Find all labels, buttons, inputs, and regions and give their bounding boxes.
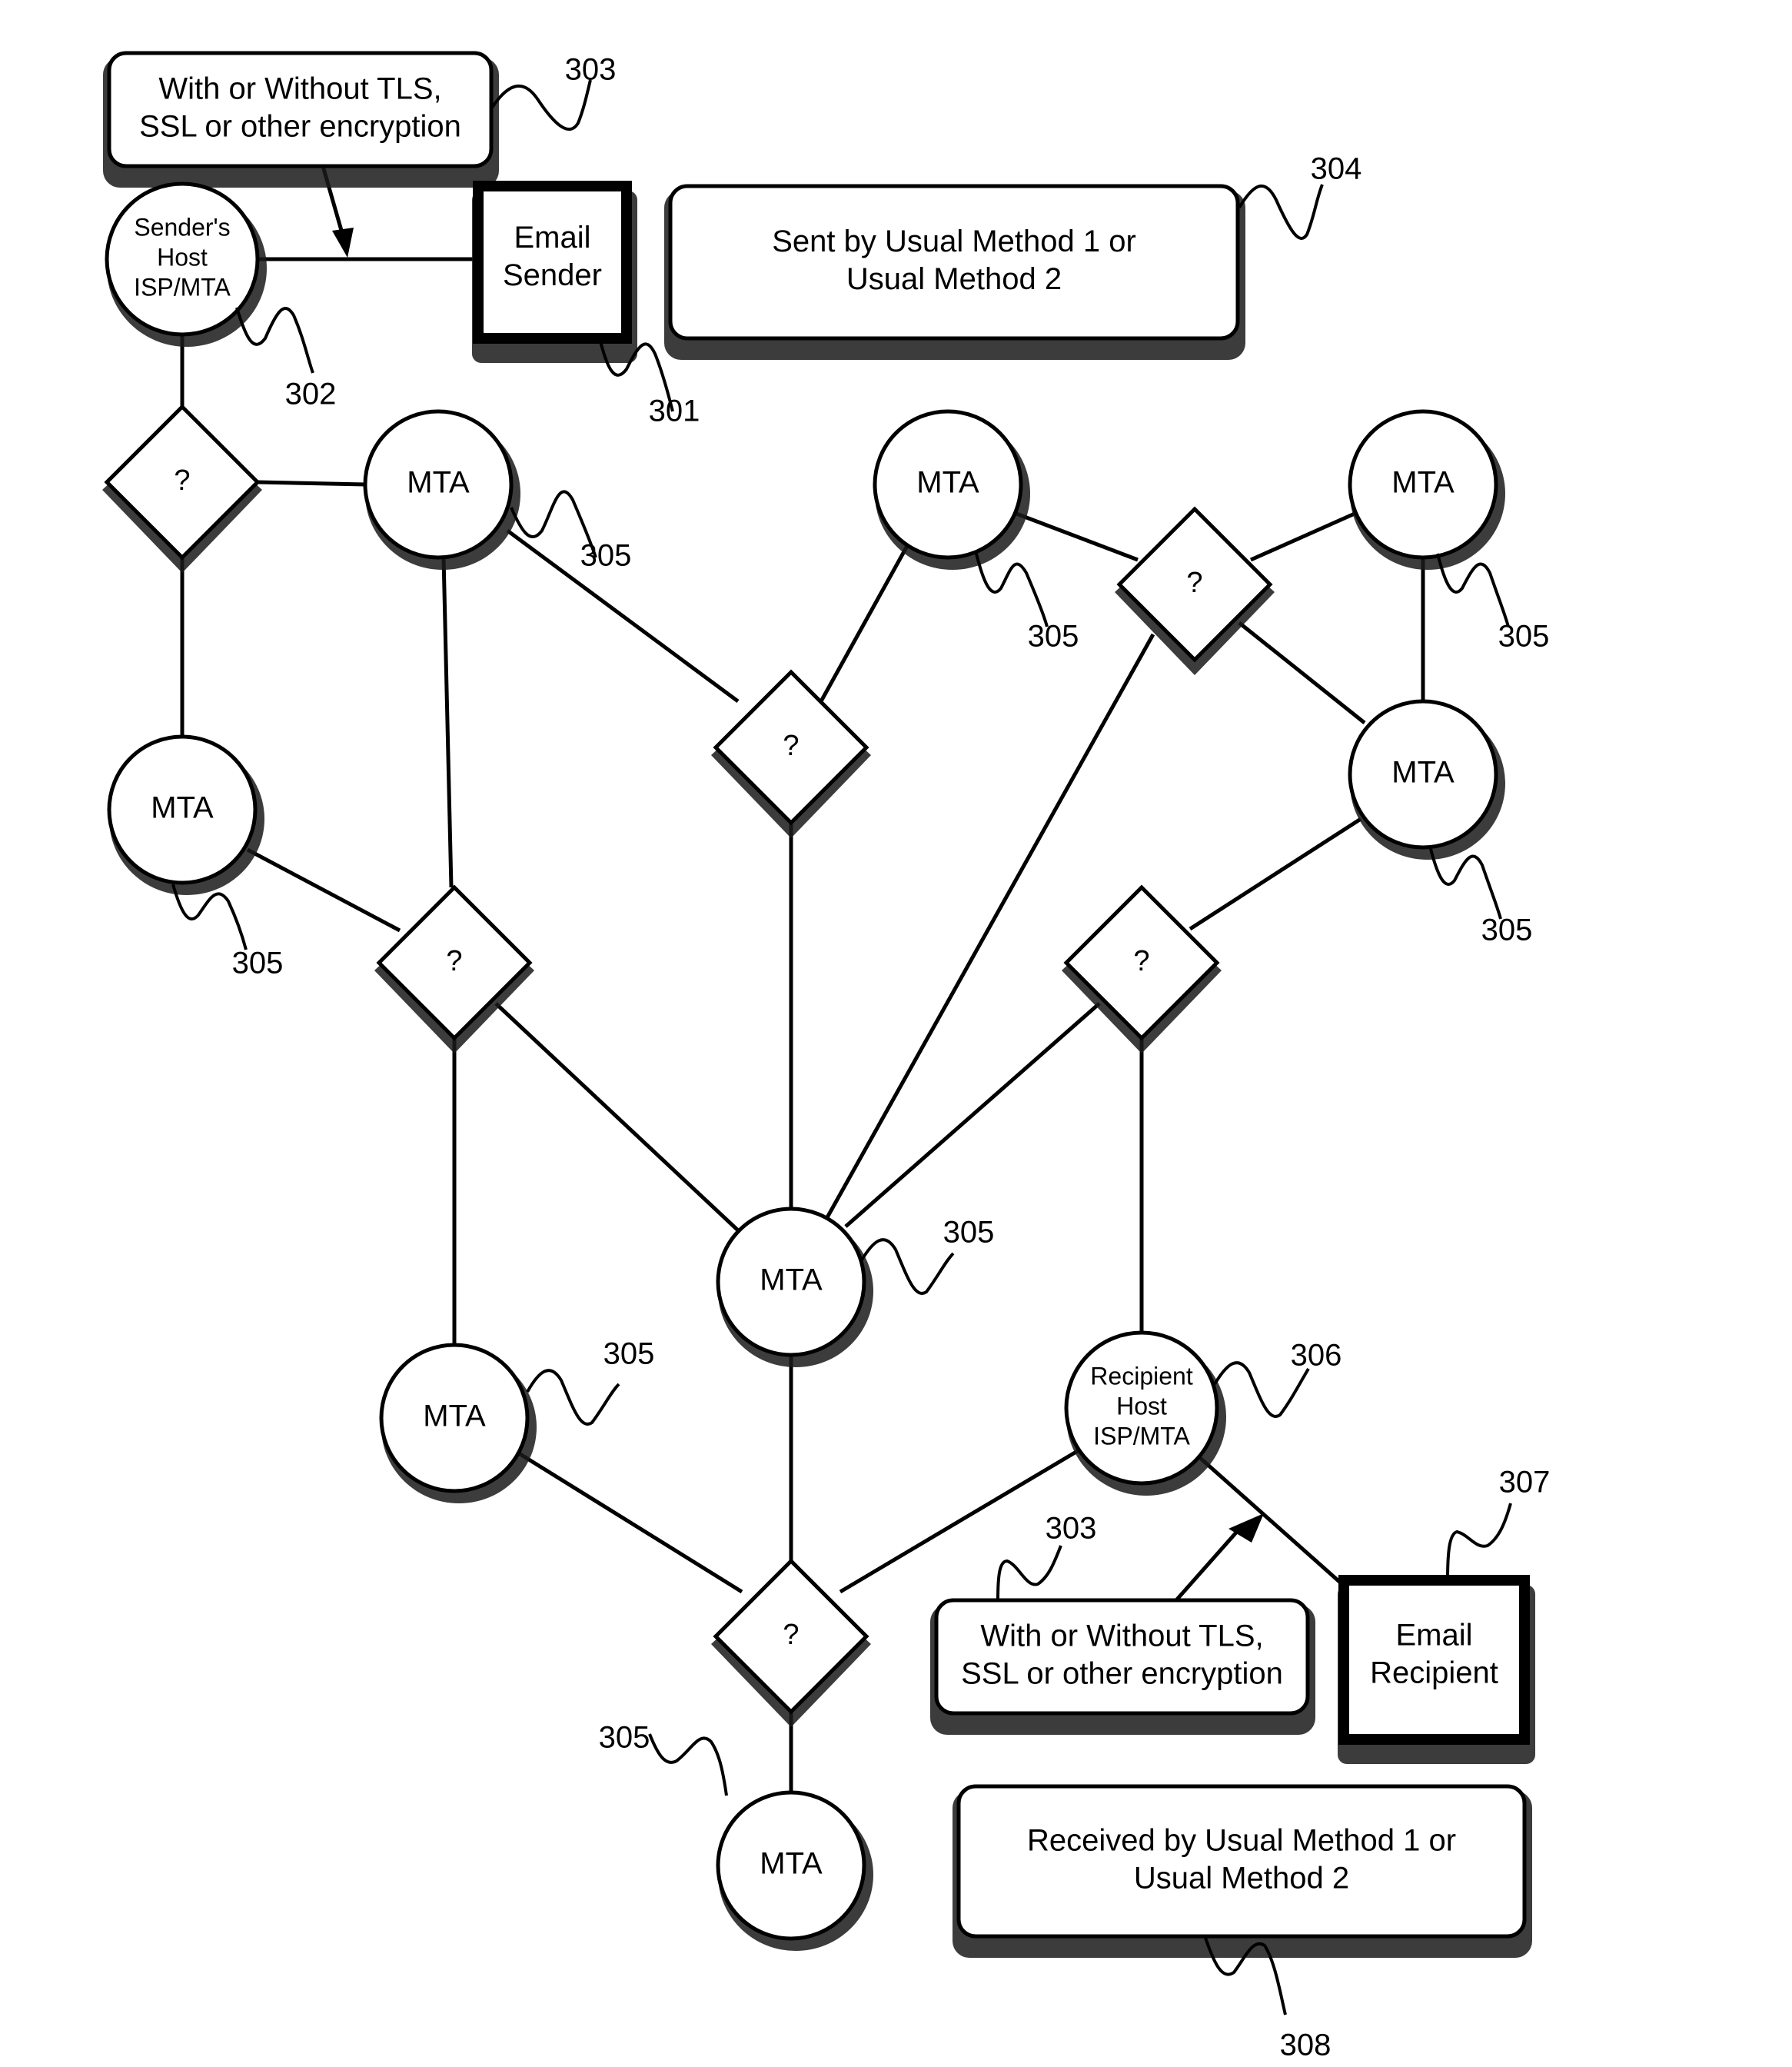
leader-303-bottom <box>996 1545 1062 1601</box>
node-label: Host <box>1116 1392 1167 1420</box>
edge-mta-2-to-decision-2 <box>819 544 909 703</box>
node-label: Recipient <box>1370 1656 1498 1689</box>
decision-node: ? <box>374 884 534 1053</box>
leader-305-center <box>859 1238 955 1295</box>
ref-label-305-mta4: 305 <box>232 947 284 980</box>
node-label: Email <box>1395 1619 1472 1653</box>
ref-label-305-mta1: 305 <box>580 539 632 573</box>
ref-label-305-mta3: 305 <box>1498 620 1550 654</box>
ref-label-303-top: 303 <box>565 53 617 87</box>
node-label: Usual Method 2 <box>1134 1861 1349 1895</box>
ref-label-305-mta6: 305 <box>603 1337 655 1371</box>
leader-303-top <box>490 79 592 131</box>
nodes: With or Without TLS,SSL or other encrypt… <box>102 51 1535 1958</box>
ref-label-307: 307 <box>1499 1466 1551 1499</box>
node-label: ? <box>783 1619 799 1651</box>
leader-304 <box>1238 184 1324 240</box>
mta-node: MTA <box>363 409 520 570</box>
arrow-encryption-bottom-shaft <box>1175 1525 1243 1602</box>
node-label: Sent by Usual Method 1 or <box>772 225 1136 258</box>
node-label: ? <box>1186 567 1202 599</box>
mta-node: MTA <box>379 1343 537 1503</box>
node-label: MTA <box>916 466 979 500</box>
decision-node: ? <box>1062 884 1222 1053</box>
mta-node: MTA <box>1348 699 1505 860</box>
ref-label-305-mta2: 305 <box>1028 620 1079 654</box>
arrow-encryption-top-head <box>332 228 354 258</box>
leader-305-mta6 <box>526 1369 620 1426</box>
recipient-host-node: RecipientHostISP/MTA <box>1064 1330 1226 1496</box>
node-label: With or Without TLS, <box>158 72 441 106</box>
node-label: ISP/MTA <box>1093 1422 1190 1450</box>
node-label: ? <box>446 945 462 977</box>
decision-node: ? <box>102 404 262 573</box>
edge-mta-2-to-decision-3 <box>1016 511 1139 562</box>
edge-decision-1-to-mta-1 <box>257 480 366 487</box>
mta-node: MTA <box>107 734 264 895</box>
edge-decision-3-to-mta-5 <box>1238 621 1366 724</box>
arrow-encryption-bottom-head <box>1228 1513 1264 1543</box>
leader-305-bottom <box>648 1733 728 1796</box>
node-label: MTA <box>151 791 214 825</box>
node-label: MTA <box>1391 466 1455 500</box>
ref-label-302: 302 <box>285 378 337 411</box>
leader-305-mta2 <box>975 553 1049 627</box>
node-label: MTA <box>760 1847 823 1881</box>
decision-node: ? <box>1115 506 1275 675</box>
email-recipient-node: EmailRecipient <box>1338 1575 1535 1764</box>
edge-recipient-host-to-decision-6 <box>839 1447 1082 1594</box>
ref-label-305-center: 305 <box>943 1216 995 1250</box>
node-label: With or Without TLS, <box>980 1619 1263 1653</box>
edge-mta-1-to-decision-4 <box>441 557 454 888</box>
edge-recipient-host-to-email-recipient <box>1198 1456 1345 1587</box>
node-label: Host <box>157 243 208 271</box>
mta-node: MTA <box>716 1790 873 1951</box>
node-label: Email <box>514 221 590 255</box>
ref-label-304: 304 <box>1311 152 1362 186</box>
ref-label-301: 301 <box>649 394 700 428</box>
sent-method-note: Sent by Usual Method 1 or Usual Method 2 <box>664 184 1245 360</box>
email-sender-node: EmailSender <box>472 181 637 363</box>
node-label: ? <box>1133 945 1149 977</box>
edge-decision-4-to-mta-center <box>494 1002 740 1232</box>
node-label: ISP/MTA <box>134 273 231 301</box>
ref-label-305-mta5: 305 <box>1481 914 1533 947</box>
email-routing-diagram: With or Without TLS,SSL or other encrypt… <box>102 51 1551 2062</box>
ref-label-303-bottom: 303 <box>1046 1512 1097 1546</box>
received-method-note: Received by Usual Method 1 orUsual Metho… <box>953 1784 1532 1958</box>
node-label: Recipient <box>1090 1362 1193 1390</box>
node-label: ? <box>174 464 190 497</box>
node-label: MTA <box>423 1400 486 1433</box>
node-label: MTA <box>760 1263 823 1297</box>
node-label: ? <box>783 730 799 762</box>
encryption-note-bottom: With or Without TLS,SSL or other encrypt… <box>930 1598 1315 1735</box>
mta-node-central: MTA <box>716 1207 873 1367</box>
node-label: Sender <box>503 258 602 292</box>
edge-mta-4-to-decision-4 <box>246 847 401 933</box>
node-label: Usual Method 2 <box>846 262 1062 296</box>
node-label: SSL or other encryption <box>961 1656 1283 1690</box>
node-label: Received by Usual Method 1 or <box>1027 1824 1456 1858</box>
encryption-note-top: With or Without TLS,SSL or other encrypt… <box>103 51 499 188</box>
edges <box>180 165 1425 1792</box>
ref-label-306: 306 <box>1291 1339 1342 1373</box>
ref-label-305-bottom: 305 <box>599 1721 650 1755</box>
leader-307 <box>1446 1503 1512 1581</box>
edge-mta-3-to-decision-3 <box>1249 511 1356 562</box>
node-label: MTA <box>1391 756 1455 790</box>
ref-label-308: 308 <box>1280 2029 1332 2062</box>
edge-mta-6-to-decision-6 <box>517 1451 743 1594</box>
node-label: Sender's <box>134 213 230 241</box>
edge-mta-5-to-decision-5 <box>1189 817 1362 931</box>
mta-node: MTA <box>873 409 1030 570</box>
node-label: MTA <box>407 466 470 500</box>
node-label: SSL or other encryption <box>139 109 461 143</box>
mta-node: MTA <box>1348 409 1505 570</box>
